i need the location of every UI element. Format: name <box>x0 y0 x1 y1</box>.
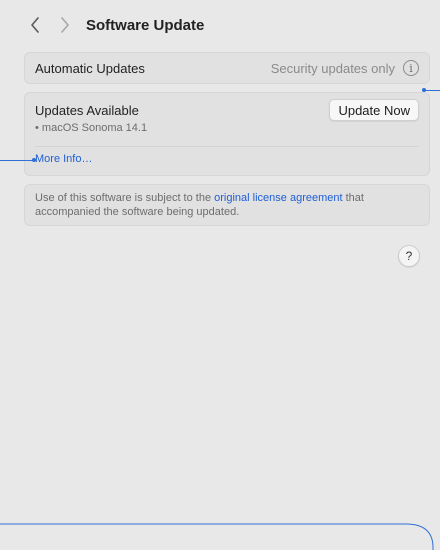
updates-available-heading: Updates Available <box>35 103 139 118</box>
callout-line-right <box>424 90 440 91</box>
callout-outline <box>0 523 434 550</box>
forward-button[interactable] <box>54 14 76 36</box>
automatic-updates-value: Security updates only <box>270 60 395 76</box>
chevron-left-icon <box>31 17 39 33</box>
updates-available-card: Updates Available • macOS Sonoma 14.1 Up… <box>24 92 430 176</box>
page-title: Software Update <box>86 16 205 34</box>
toolbar: Software Update <box>24 10 204 40</box>
help-button[interactable]: ? <box>398 245 420 267</box>
license-card: Use of this software is subject to the o… <box>24 184 430 226</box>
chevron-right-icon <box>61 17 69 33</box>
callout-dot-right <box>422 88 426 92</box>
update-item: • macOS Sonoma 14.1 <box>35 122 148 134</box>
callout-line-left <box>0 160 34 161</box>
license-text: Use of this software is subject to the o… <box>35 191 419 220</box>
settings-panel: Software Update Automatic Updates Securi… <box>0 0 430 550</box>
info-icon[interactable]: i <box>403 60 419 76</box>
divider <box>35 146 419 147</box>
back-button[interactable] <box>24 14 46 36</box>
license-agreement-link[interactable]: original license agreement <box>214 192 342 204</box>
more-info-link[interactable]: More Info… <box>35 153 92 165</box>
update-now-button[interactable]: Update Now <box>329 99 419 121</box>
callout-dot-left <box>32 158 36 162</box>
automatic-updates-row: Automatic Updates Security updates only … <box>24 52 430 84</box>
automatic-updates-label: Automatic Updates <box>35 60 145 76</box>
license-text-before: Use of this software is subject to the <box>35 192 215 204</box>
